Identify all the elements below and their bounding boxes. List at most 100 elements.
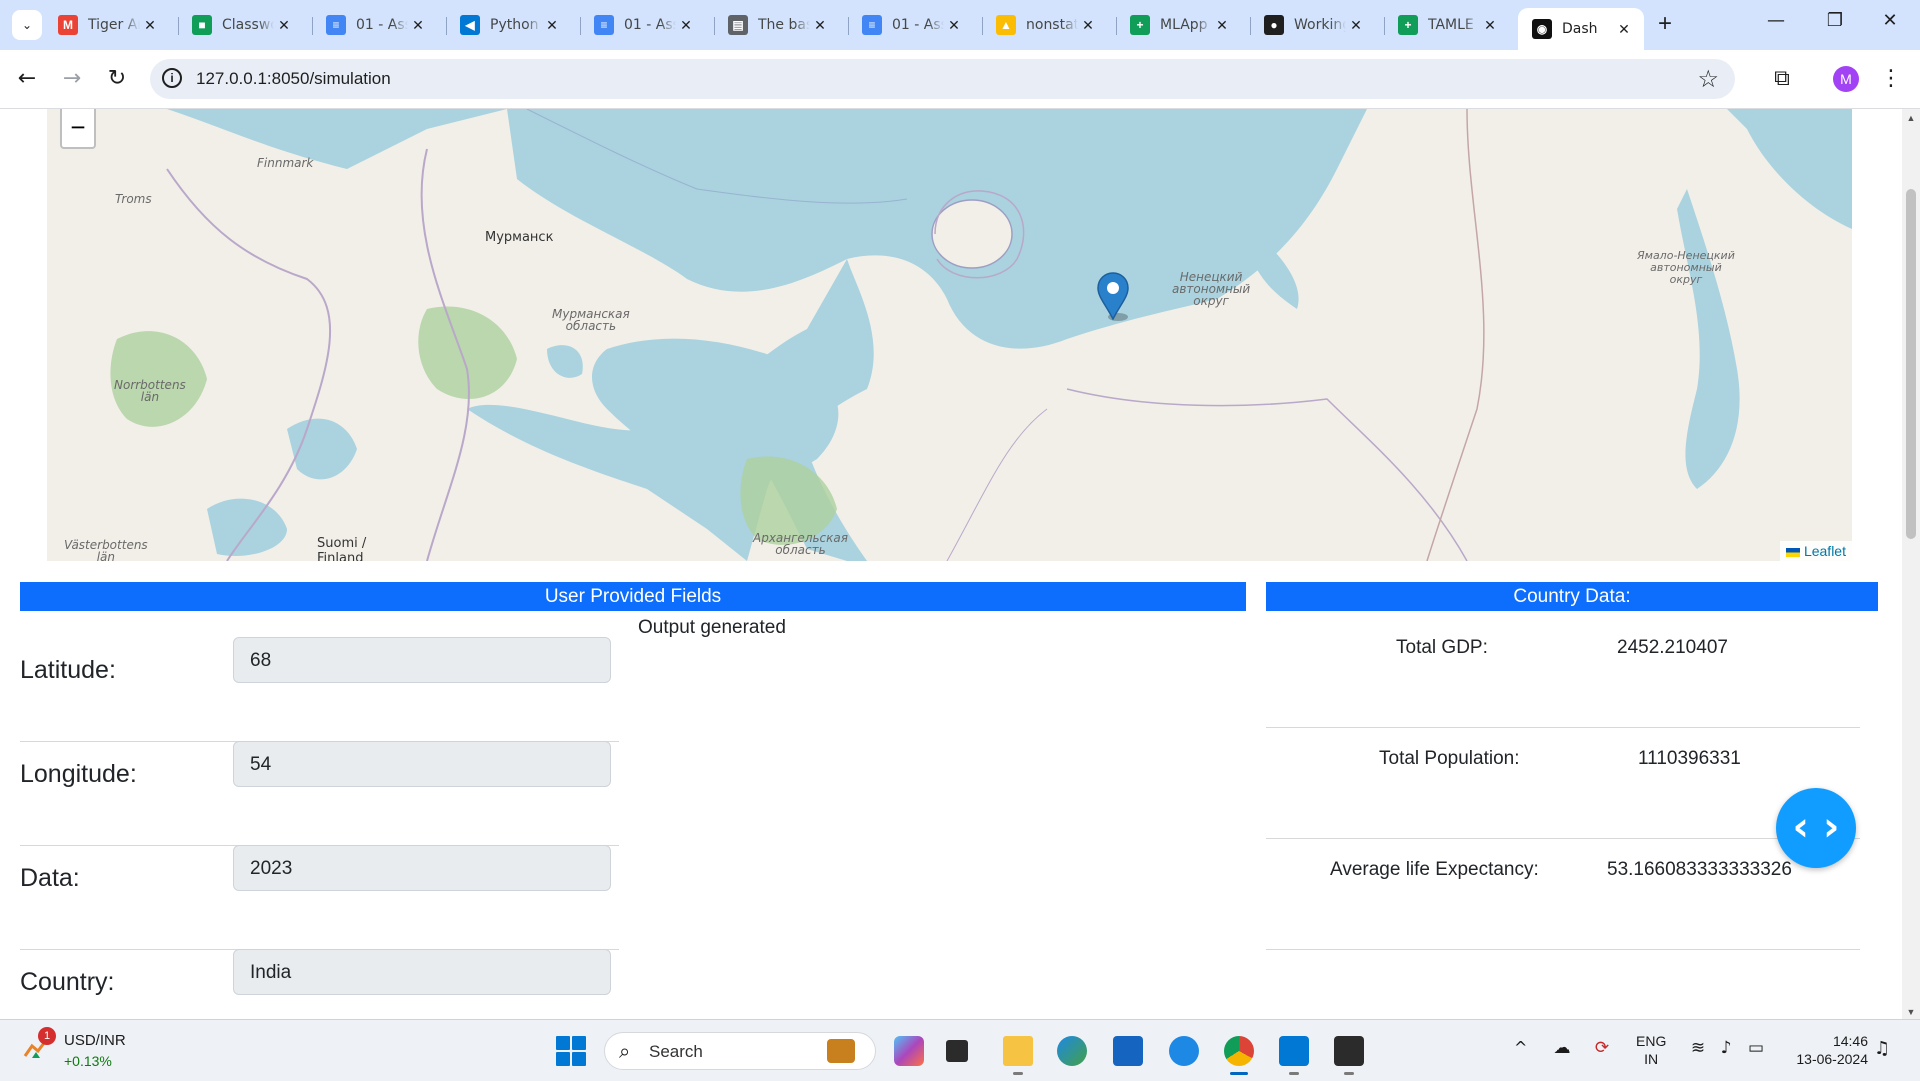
clock-time: 14:46 [1832, 1033, 1868, 1049]
edge-icon[interactable] [1057, 1036, 1087, 1066]
minimize-button[interactable]: — [1756, 10, 1796, 40]
attribution-link[interactable]: Leaflet [1804, 543, 1846, 559]
file-explorer-icon[interactable] [1003, 1036, 1033, 1066]
new-tab-button[interactable]: + [1650, 10, 1680, 40]
tab-title: 01 - Assignment [356, 17, 408, 33]
browser-tab[interactable]: ▤ The basics✕ [714, 8, 840, 42]
page-scrollbar[interactable]: ▲ ▼ [1902, 109, 1920, 1019]
browser-tab[interactable]: + MLApp ✕ [1116, 8, 1242, 42]
restore-button[interactable]: ❐ [1815, 10, 1855, 40]
app-running-indicator [1013, 1072, 1023, 1075]
tab-close-icon[interactable]: ✕ [1078, 17, 1098, 34]
onedrive-icon[interactable]: ☁ [1550, 1038, 1574, 1060]
latitude-row: Latitude: 68 [20, 637, 619, 742]
vscode-icon[interactable] [1279, 1036, 1309, 1066]
tab-close-icon[interactable]: ✕ [810, 17, 830, 34]
tab-title: 01 - Assignment [892, 17, 944, 33]
scroll-up-arrow-icon[interactable]: ▲ [1906, 113, 1916, 123]
system-clock[interactable]: 14:46 13-06-2024 [1786, 1032, 1868, 1068]
book-icon: ▤ [728, 15, 748, 35]
browser-tab[interactable]: ≡ 01 - Assignment✕ [848, 8, 974, 42]
start-windows-icon[interactable] [556, 1036, 586, 1066]
docs-icon: ≡ [326, 15, 346, 35]
browser-tab[interactable]: + TAMLE ✕ [1384, 8, 1510, 42]
tab-close-icon[interactable]: ✕ [408, 17, 428, 34]
tab-close-icon[interactable]: ✕ [274, 17, 294, 34]
chevron-down-icon: ⌄ [21, 18, 33, 32]
store-icon[interactable] [1113, 1036, 1143, 1066]
help-icon[interactable] [1169, 1036, 1199, 1066]
browser-tab[interactable]: ● Working ✕ [1250, 8, 1376, 42]
longitude-input[interactable]: 54 [233, 741, 611, 787]
back-button[interactable]: ← [12, 64, 42, 94]
forward-button[interactable]: → [57, 64, 87, 94]
tab-title: nonstationary [1026, 17, 1078, 33]
close-window-button[interactable]: ✕ [1870, 10, 1910, 40]
wifi-icon[interactable]: ≋ [1686, 1038, 1710, 1060]
longitude-row: Longitude: 54 [20, 741, 619, 846]
language-indicator[interactable]: ENG IN [1636, 1032, 1666, 1068]
chrome-icon[interactable] [1224, 1036, 1254, 1066]
map-label-nenets: Ненецкий автономный округ [1172, 270, 1251, 308]
map-label-vasterbotten: Västerbottens län [64, 538, 148, 561]
notification-bell-icon[interactable]: ♫ [1874, 1038, 1890, 1059]
browser-tab-strip: ⌄ MTiger Analytics✕■Classwork✕ ≡ 01 - Assi… [0, 0, 1920, 50]
browser-tab[interactable]: ≡ 01 - Assignment✕ [312, 8, 438, 42]
leaflet-map[interactable]: Finnmark Troms Мурманск Мурманская облас… [47, 109, 1852, 561]
map-pin-icon[interactable] [1096, 271, 1130, 321]
country-input[interactable]: India [233, 949, 611, 995]
taskbar-search[interactable]: ⌕ Search [604, 1032, 876, 1070]
ticker-name: USD/INR [64, 1032, 126, 1049]
copilot-icon[interactable] [894, 1036, 924, 1066]
ukraine-flag-icon [1785, 547, 1800, 557]
map-attribution[interactable]: Leaflet [1779, 541, 1852, 561]
extensions-puzzle-icon[interactable]: ⧉ [1770, 66, 1794, 90]
dash-icon: ◉ [1532, 19, 1552, 39]
tab-close-icon[interactable]: ✕ [1212, 17, 1232, 34]
tab-close-icon[interactable]: ✕ [676, 17, 696, 34]
tab-close-icon[interactable]: ✕ [1614, 21, 1634, 38]
tab-title: The basics [758, 17, 810, 33]
arrow-right-icon: → [62, 66, 82, 91]
gdp-value: 2452.210407 [1617, 637, 1728, 658]
population-row: Total Population: 1110396331 [1266, 728, 1860, 839]
scrollbar-thumb[interactable] [1906, 189, 1916, 539]
terminal-icon[interactable] [1334, 1036, 1364, 1066]
browser-tab[interactable]: ◀ Python ✕ [446, 8, 572, 42]
browser-tab[interactable]: M Tiger Analytics✕ [44, 8, 170, 42]
tab-close-icon[interactable]: ✕ [1346, 17, 1366, 34]
latitude-input[interactable]: 68 [233, 637, 611, 683]
bookmark-star-icon[interactable]: ☆ [1697, 65, 1719, 94]
tab-close-icon[interactable]: ✕ [140, 17, 160, 34]
address-bar[interactable]: i 127.0.0.1:8050/simulation ☆ [150, 59, 1735, 99]
tab-title: MLApp [1160, 17, 1208, 33]
scroll-down-arrow-icon[interactable]: ▼ [1906, 1007, 1916, 1017]
browser-tab[interactable]: ◉ Dash ✕ [1518, 8, 1644, 50]
browser-menu-icon[interactable]: ⋮ [1880, 64, 1902, 94]
tab-search-button[interactable]: ⌄ [12, 10, 42, 40]
search-label: Search [649, 1042, 703, 1061]
sync-icon[interactable]: ⟳ [1590, 1038, 1614, 1060]
browser-tab[interactable]: ≡ 01 - Assignment✕ [580, 8, 706, 42]
url-text[interactable]: 127.0.0.1:8050/simulation [196, 69, 391, 89]
volume-icon[interactable]: ♪ [1714, 1038, 1738, 1060]
tab-title: Classwork [222, 17, 274, 33]
tab-close-icon[interactable]: ✕ [944, 17, 964, 34]
browser-tab[interactable]: ■ Classwork✕ [178, 8, 304, 42]
task-view-icon[interactable] [946, 1040, 968, 1062]
dash-devtools-button[interactable]: ‹ › [1776, 788, 1856, 868]
battery-icon[interactable]: ▭ [1744, 1038, 1768, 1060]
github-icon: ● [1264, 15, 1284, 35]
tray-overflow-chevron-icon[interactable]: ^ [1514, 1038, 1527, 1057]
zoom-out-button[interactable]: − [60, 109, 96, 149]
year-input[interactable]: 2023 [233, 845, 611, 891]
site-info-icon[interactable]: i [162, 68, 182, 88]
browser-tab[interactable]: ▲ nonstationary✕ [982, 8, 1108, 42]
tab-close-icon[interactable]: ✕ [1480, 17, 1500, 34]
page-content: Finnmark Troms Мурманск Мурманская облас… [0, 109, 1902, 1019]
reload-button[interactable]: ↻ [102, 64, 132, 94]
tab-close-icon[interactable]: ✕ [542, 17, 562, 34]
map-label-troms: Troms [115, 192, 152, 206]
drive-icon: ▲ [996, 15, 1016, 35]
profile-avatar[interactable]: M [1833, 66, 1859, 92]
